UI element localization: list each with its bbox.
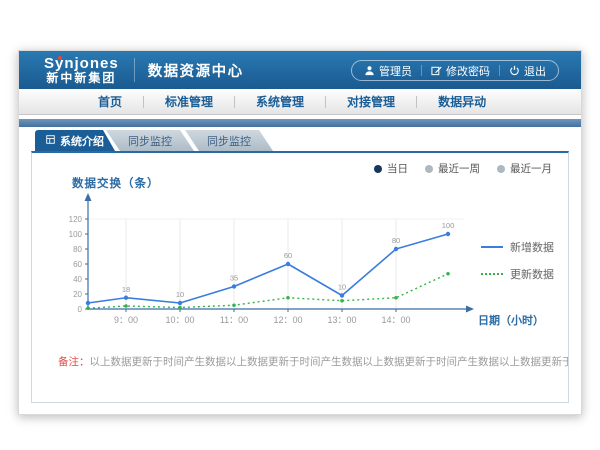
filter-option-last-month[interactable]: 最近一月 bbox=[497, 161, 552, 176]
logo-subtext: 新中新集团 bbox=[44, 72, 119, 85]
pill-separator bbox=[421, 65, 422, 76]
nav-item-system-management[interactable]: 系统管理 bbox=[235, 93, 325, 110]
svg-text:80: 80 bbox=[392, 236, 400, 245]
logo-text: Synjones bbox=[44, 56, 119, 72]
filter-option-today[interactable]: 当日 bbox=[374, 161, 408, 176]
legend-item-update-data[interactable]: 更新数据 bbox=[481, 266, 554, 282]
svg-text:20: 20 bbox=[73, 290, 82, 299]
change-password-button[interactable]: 修改密码 bbox=[431, 63, 490, 79]
nav-item-home[interactable]: 首页 bbox=[77, 93, 143, 110]
svg-text:10：00: 10：00 bbox=[165, 315, 194, 325]
svg-text:10: 10 bbox=[338, 283, 346, 292]
page-title: 数据资源中心 bbox=[148, 60, 244, 81]
app-window: Synjones 新中新集团 数据资源中心 管理员 修改密码 退出 首页 标准管… bbox=[18, 50, 582, 415]
svg-text:0: 0 bbox=[78, 305, 83, 314]
change-password-label: 修改密码 bbox=[446, 63, 490, 79]
form-icon bbox=[46, 135, 55, 147]
tab-label: 同步监控 bbox=[128, 133, 172, 149]
main-nav: 首页 标准管理 系统管理 对接管理 数据异动 bbox=[19, 89, 581, 115]
svg-text:12：00: 12：00 bbox=[273, 315, 302, 325]
line-chart: 0 20 40 60 80 100 120 9：00 10：00 11：00 12：00 13：00 1… bbox=[38, 191, 558, 351]
time-range-filter: 当日 最近一周 最近一月 bbox=[374, 161, 552, 176]
svg-text:10: 10 bbox=[176, 290, 184, 299]
radio-selected-icon bbox=[374, 165, 382, 173]
svg-text:14：00: 14：00 bbox=[381, 315, 410, 325]
nav-accent-band bbox=[19, 119, 581, 127]
svg-text:日期（小时）: 日期（小时） bbox=[478, 313, 544, 327]
user-actions: 管理员 修改密码 退出 bbox=[351, 60, 559, 81]
current-user-label: 管理员 bbox=[379, 63, 412, 79]
footnote-text: 以上数据更新于时间产生数据以上数据更新于时间产生数据以上数据更新于时间产生数据以… bbox=[90, 356, 569, 368]
logout-label: 退出 bbox=[524, 63, 546, 79]
logo-accent-dot bbox=[58, 56, 62, 60]
current-user-button[interactable]: 管理员 bbox=[364, 63, 412, 79]
edit-icon bbox=[431, 65, 442, 76]
company-logo: Synjones 新中新集团 bbox=[44, 56, 119, 84]
radio-icon bbox=[425, 165, 433, 173]
legend-item-new-data[interactable]: 新增数据 bbox=[481, 239, 554, 255]
nav-item-interface-management[interactable]: 对接管理 bbox=[326, 93, 416, 110]
tab-sync-monitor-2[interactable]: 同步监控 bbox=[185, 130, 273, 151]
svg-text:9：00: 9：00 bbox=[114, 315, 138, 325]
dotted-line-swatch bbox=[481, 273, 503, 275]
svg-text:40: 40 bbox=[73, 275, 82, 284]
user-icon bbox=[364, 65, 375, 76]
radio-icon bbox=[497, 165, 505, 173]
svg-text:100: 100 bbox=[442, 221, 455, 230]
tab-sync-monitor-1[interactable]: 同步监控 bbox=[106, 130, 194, 151]
y-axis-title: 数据交换（条） bbox=[72, 175, 160, 191]
tab-strip: 系统介绍 同步监控 同步监控 bbox=[35, 130, 581, 151]
logout-button[interactable]: 退出 bbox=[509, 63, 546, 79]
svg-text:120: 120 bbox=[69, 215, 83, 224]
power-icon bbox=[509, 65, 520, 76]
svg-text:11：00: 11：00 bbox=[220, 315, 248, 325]
solid-line-swatch bbox=[481, 246, 503, 248]
svg-text:35: 35 bbox=[230, 274, 238, 283]
filter-option-last-week[interactable]: 最近一周 bbox=[425, 161, 480, 176]
svg-text:60: 60 bbox=[284, 251, 292, 260]
header-divider bbox=[134, 58, 135, 82]
svg-text:13：00: 13：00 bbox=[327, 315, 356, 325]
nav-item-data-change[interactable]: 数据异动 bbox=[417, 93, 507, 110]
chart-legend: 新增数据 更新数据 bbox=[481, 239, 554, 282]
footnote-prefix: 备注： bbox=[58, 356, 90, 368]
tab-label: 同步监控 bbox=[207, 133, 251, 149]
nav-item-standard-management[interactable]: 标准管理 bbox=[144, 93, 234, 110]
svg-text:60: 60 bbox=[73, 260, 82, 269]
tab-label: 系统介绍 bbox=[60, 133, 104, 149]
tab-system-intro[interactable]: 系统介绍 bbox=[35, 130, 115, 151]
header-bar: Synjones 新中新集团 数据资源中心 管理员 修改密码 退出 bbox=[19, 51, 581, 89]
pill-separator bbox=[499, 65, 500, 76]
content-panel: 当日 最近一周 最近一月 数据交换（条） 0 20 40 60 80 100 120 9：00… bbox=[31, 151, 569, 403]
svg-text:18: 18 bbox=[122, 285, 130, 294]
svg-text:100: 100 bbox=[69, 230, 83, 239]
footnote: 备注：以上数据更新于时间产生数据以上数据更新于时间产生数据以上数据更新于时间产生… bbox=[32, 354, 568, 369]
svg-text:80: 80 bbox=[73, 245, 82, 254]
